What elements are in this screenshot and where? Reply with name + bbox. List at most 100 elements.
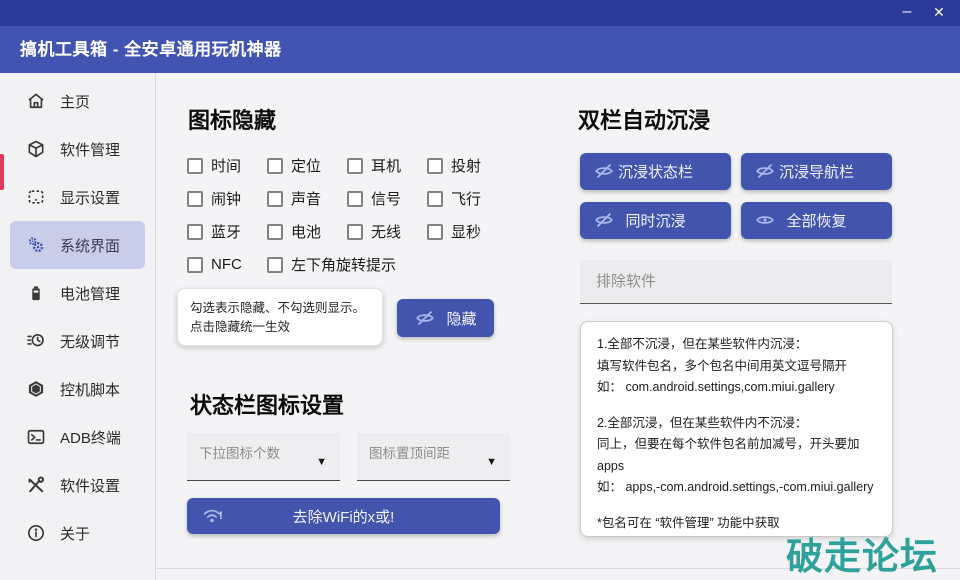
checkbox-box[interactable] — [267, 224, 283, 240]
checkbox-box[interactable] — [267, 257, 283, 273]
dropdown-label: 下拉图标个数 — [199, 442, 280, 462]
hide-button-label: 隐藏 — [446, 308, 476, 329]
chevron-down-icon: ▼ — [486, 456, 497, 468]
checkbox-bluetooth[interactable]: 蓝牙 — [187, 215, 267, 248]
sidebar: 主页 软件管理 显示设置 系统界面 电池管理 — [0, 73, 156, 580]
app-title: 搞机工具箱 - 全安卓通用玩机神器 — [20, 26, 282, 73]
sidebar-item-label: 系统界面 — [60, 235, 120, 256]
chevron-down-icon: ▼ — [316, 456, 327, 468]
checkbox-battery[interactable]: 电池 — [267, 215, 347, 248]
wifi-button-label: 去除WiFi的x或! — [293, 506, 395, 527]
sidebar-item-label: ADB终端 — [60, 427, 121, 448]
button-label: 同时沉浸 — [625, 210, 685, 231]
minimize-button[interactable]: – — [892, 0, 922, 26]
checkbox-airplane[interactable]: 飞行 — [427, 182, 537, 215]
checkbox-box[interactable] — [427, 191, 443, 207]
clock-tune-icon — [26, 331, 46, 351]
immerse-both-button[interactable]: 同时沉浸 — [580, 202, 731, 239]
battery-icon — [26, 283, 46, 303]
checkbox-box[interactable] — [267, 191, 283, 207]
help-line: 如： com.android.settings,com.miui.gallery — [597, 377, 876, 399]
checkbox-cast[interactable]: 投射 — [427, 149, 537, 182]
checkbox-box[interactable] — [347, 158, 363, 174]
help-line: 2.全部沉浸，但在某些软件内不沉浸： — [597, 413, 876, 435]
sidebar-item-app-settings[interactable]: 软件设置 — [10, 461, 145, 509]
display-icon — [26, 187, 46, 207]
close-button[interactable]: ✕ — [924, 0, 954, 26]
eye-icon — [754, 209, 776, 231]
titlebar: – ✕ — [0, 0, 960, 26]
sidebar-item-label: 显示设置 — [60, 187, 120, 208]
checkbox-box[interactable] — [347, 224, 363, 240]
sidebar-item-label: 无级调节 — [60, 331, 120, 352]
sidebar-selected-accent — [0, 154, 4, 190]
sidebar-item-home[interactable]: 主页 — [10, 77, 145, 125]
main-content: 图标隐藏 时间 定位 耳机 投射 闹钟 声音 信号 飞行 蓝牙 电池 无线 显秒… — [156, 73, 960, 580]
dropdown-icon-top-spacing[interactable]: 图标置顶间距 ▼ — [357, 433, 510, 481]
checkbox-box[interactable] — [267, 158, 283, 174]
hide-button[interactable]: 隐藏 — [397, 299, 494, 337]
checkbox-sound[interactable]: 声音 — [267, 182, 347, 215]
sidebar-item-label: 关于 — [60, 523, 90, 544]
help-line: 如： apps,-com.android.settings,-com.miui.… — [597, 477, 876, 499]
sidebar-item-label: 控机脚本 — [60, 379, 120, 400]
terminal-icon — [26, 427, 46, 447]
hide-note-line1: 勾选表示隐藏、不勾选则显示。 — [190, 299, 370, 318]
sidebar-item-label: 软件管理 — [60, 139, 120, 160]
dropdown-label: 图标置顶间距 — [369, 442, 450, 462]
button-label: 全部恢复 — [786, 210, 846, 231]
checkbox-box[interactable] — [187, 224, 203, 240]
checkbox-box[interactable] — [187, 191, 203, 207]
sidebar-item-label: 电池管理 — [60, 283, 120, 304]
eye-slash-icon — [754, 160, 776, 182]
info-icon — [26, 523, 46, 543]
help-line: 同上，但要在每个软件包名前加减号，开头要加apps — [597, 434, 876, 477]
button-label: 沉浸导航栏 — [779, 161, 854, 182]
checkbox-signal[interactable]: 信号 — [347, 182, 427, 215]
sidebar-item-apps[interactable]: 软件管理 — [10, 125, 145, 173]
checkbox-rotation-hint[interactable]: 左下角旋转提示 — [267, 248, 537, 281]
help-line: 1.全部不沉浸，但在某些软件内沉浸： — [597, 334, 876, 356]
checkbox-box[interactable] — [187, 158, 203, 174]
checkbox-seconds[interactable]: 显秒 — [427, 215, 537, 248]
sidebar-item-battery[interactable]: 电池管理 — [10, 269, 145, 317]
package-icon — [26, 139, 46, 159]
checkbox-location[interactable]: 定位 — [267, 149, 347, 182]
eye-slash-icon — [593, 160, 615, 182]
sidebar-item-adb-terminal[interactable]: ADB终端 — [10, 413, 145, 461]
watermark: 破走论坛 — [786, 526, 938, 580]
checkbox-wireless[interactable]: 无线 — [347, 215, 427, 248]
sidebar-item-about[interactable]: 关于 — [10, 509, 145, 557]
tools-icon — [26, 475, 46, 495]
home-icon — [26, 91, 46, 111]
checkbox-headset[interactable]: 耳机 — [347, 149, 427, 182]
immerse-statusbar-button[interactable]: 沉浸状态栏 — [580, 153, 731, 190]
checkbox-time[interactable]: 时间 — [187, 149, 267, 182]
checkbox-box[interactable] — [187, 257, 203, 273]
statusbar-settings-title: 状态栏图标设置 — [190, 388, 344, 420]
eye-slash-icon — [593, 209, 615, 231]
checkbox-box[interactable] — [427, 158, 443, 174]
sidebar-item-stepless[interactable]: 无级调节 — [10, 317, 145, 365]
checkbox-nfc[interactable]: NFC — [187, 248, 267, 281]
sidebar-item-label: 软件设置 — [60, 475, 120, 496]
app-header: 搞机工具箱 - 全安卓通用玩机神器 — [0, 26, 960, 73]
restore-all-button[interactable]: 全部恢复 — [741, 202, 892, 239]
exclude-apps-input[interactable] — [580, 260, 892, 304]
icon-hide-title: 图标隐藏 — [188, 103, 276, 135]
sidebar-item-system-ui[interactable]: 系统界面 — [10, 221, 145, 269]
immerse-navbar-button[interactable]: 沉浸导航栏 — [741, 153, 892, 190]
remove-wifi-x-button[interactable]: ! 去除WiFi的x或! — [187, 498, 500, 534]
sidebar-item-display[interactable]: 显示设置 — [10, 173, 145, 221]
checkbox-box[interactable] — [347, 191, 363, 207]
checkbox-alarm[interactable]: 闹钟 — [187, 182, 267, 215]
gears-icon — [26, 235, 46, 255]
hexagon-icon — [26, 379, 46, 399]
checkbox-box[interactable] — [427, 224, 443, 240]
sidebar-item-script[interactable]: 控机脚本 — [10, 365, 145, 413]
immersion-title: 双栏自动沉浸 — [578, 103, 710, 135]
eye-slash-icon — [414, 307, 436, 329]
help-line: 填写软件包名，多个包名中间用英文逗号隔开 — [597, 356, 876, 378]
dropdown-pulldown-icon-count[interactable]: 下拉图标个数 ▼ — [187, 433, 340, 481]
hide-note-line2: 点击隐藏统一生效 — [190, 318, 370, 337]
